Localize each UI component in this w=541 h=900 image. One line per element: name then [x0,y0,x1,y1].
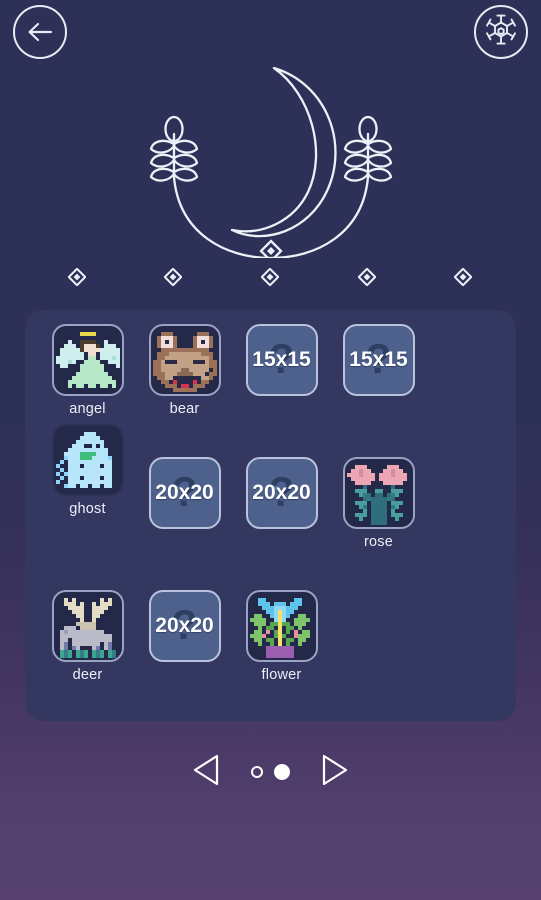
level-tile-flower[interactable] [245,590,318,662]
next-page-button[interactable] [318,753,350,792]
level-name-label: deer [72,667,103,683]
level-cell: ? 20x20 [136,590,233,690]
level-name-label: rose [363,534,393,550]
level-tile-locked[interactable]: ? 15x15 [342,324,415,396]
level-tile-rose[interactable] [342,457,415,529]
diamond-icon [357,267,377,287]
diamond-icon [453,267,473,287]
pixel-art-flower [249,598,310,658]
level-cell: ? 20x20 [136,457,233,557]
level-tile-ghost[interactable] [51,424,124,496]
level-cell: ? 15x15 [330,324,427,424]
level-cell: deer [39,590,136,690]
level-select-screen: angel bear ? 15x15 ? 15x15 ghost ? 20x20 ? 20x2… [0,0,541,900]
level-cell: flower [233,590,330,690]
pixel-art-rose [346,465,407,525]
level-name-label: ghost [69,501,106,517]
level-tile-locked[interactable]: ? 20x20 [245,457,318,529]
diamond-divider [0,267,541,290]
level-tile-angel[interactable] [51,324,124,396]
pixel-art-deer [59,598,116,658]
triangle-left-icon [193,754,219,785]
pixel-art-ghost [55,432,112,488]
diamond-icon [67,267,87,287]
page-dot[interactable] [274,764,290,780]
level-tile-locked[interactable]: ? 20x20 [148,457,221,529]
level-grid: angel bear ? 15x15 ? 15x15 ghost ? 20x20 ? 20x2… [25,324,516,690]
level-cell: ? 15x15 [233,324,330,424]
level-name-label: angel [69,401,106,417]
level-tile-bear[interactable] [148,324,221,396]
level-cell: angel [39,324,136,424]
level-size-label: 15x15 [252,348,311,371]
pixel-art-bear [152,332,217,392]
level-name-label: flower [261,667,302,683]
pixel-art-angel [55,332,120,388]
diamond-icon [163,267,183,287]
level-size-label: 20x20 [155,614,214,637]
level-size-label: 20x20 [252,481,311,504]
triangle-right-icon [322,754,348,785]
diamond-icon [260,267,280,287]
page-dot[interactable] [251,766,263,778]
hex-gear-icon [486,14,516,45]
level-tile-deer[interactable] [51,590,124,662]
level-panel: angel bear ? 15x15 ? 15x15 ghost ? 20x20 ? 20x2… [25,310,516,721]
back-button[interactable] [13,5,67,59]
moon-emblem [0,58,541,258]
level-tile-locked[interactable]: ? 15x15 [245,324,318,396]
pagination [0,752,541,792]
prev-page-button[interactable] [191,753,223,792]
emblem-diamond-icon [258,239,283,258]
page-dots [251,764,290,780]
settings-button[interactable] [474,5,528,59]
level-size-label: 20x20 [155,481,214,504]
level-cell: ? 20x20 [233,457,330,557]
level-cell: rose [330,457,427,557]
level-cell: ghost [39,424,136,524]
level-tile-locked[interactable]: ? 20x20 [148,590,221,662]
level-size-label: 15x15 [349,348,408,371]
crescent-moon-wheat-emblem [149,66,392,258]
arrow-left-icon [28,22,53,42]
level-name-label: bear [169,401,200,417]
level-cell: bear [136,324,233,424]
